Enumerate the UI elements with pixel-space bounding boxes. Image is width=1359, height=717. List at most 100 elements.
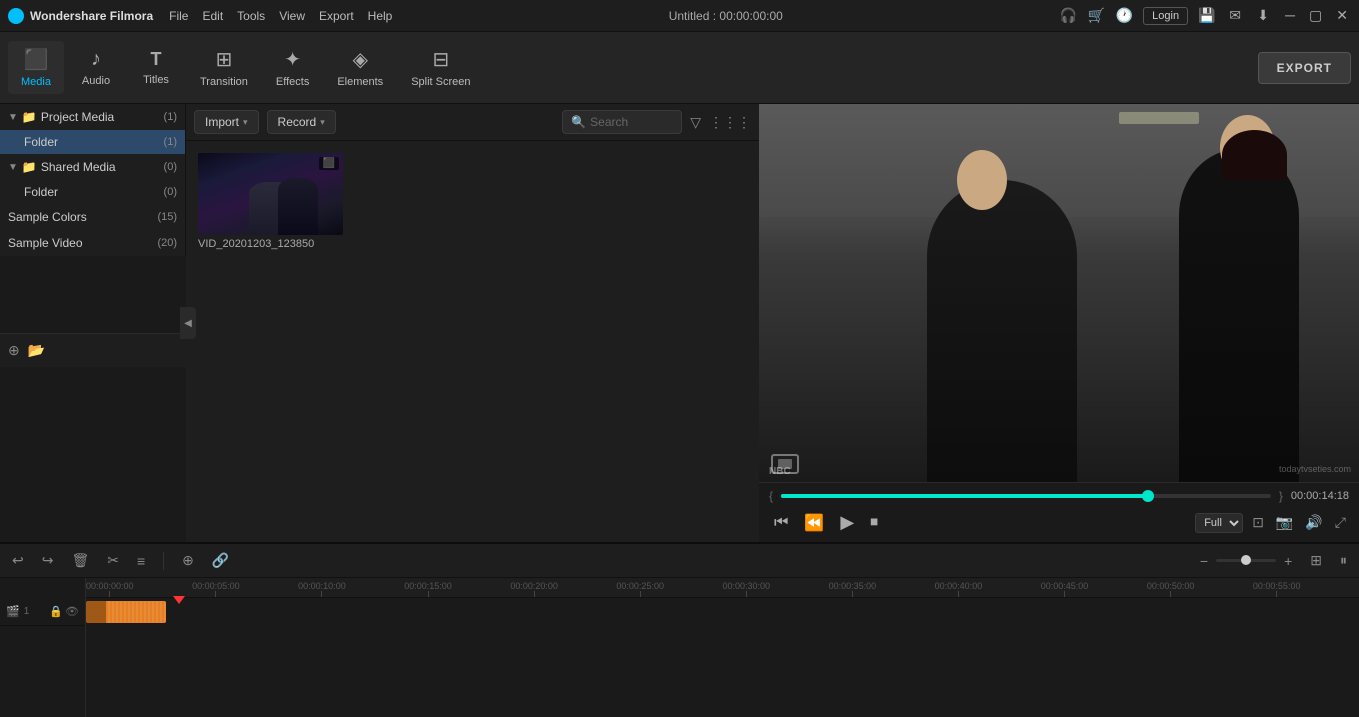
- mute-track-icon[interactable]: 👁: [65, 605, 79, 618]
- import-folder-icon[interactable]: 📂: [28, 342, 45, 359]
- menu-view[interactable]: View: [279, 9, 305, 23]
- zoom-track[interactable]: [1216, 559, 1276, 562]
- record-arrow-icon: ▾: [320, 117, 325, 128]
- shared-folder-count: (0): [164, 186, 177, 198]
- folder-icon: 📁: [22, 160, 37, 174]
- grid-view-icon[interactable]: ⋮⋮⋮: [709, 114, 751, 131]
- volume-icon[interactable]: 🔊: [1302, 511, 1325, 534]
- ruler-mark: 00:00:35:00: [829, 581, 877, 597]
- toolbar-splitscreen[interactable]: ⊟ Split Screen: [399, 41, 482, 94]
- video-track-icon: 🎬: [6, 605, 20, 618]
- ruler-label: 00:00:20:00: [510, 581, 558, 591]
- redo-icon[interactable]: ↪: [38, 550, 58, 571]
- mail-icon[interactable]: ✉: [1226, 7, 1244, 25]
- media-item[interactable]: ⬛ VID_20201203_123850: [198, 153, 343, 250]
- content-panel: Import ▾ Record ▾ 🔍 ▽ ⋮⋮⋮: [186, 104, 759, 542]
- menu-help[interactable]: Help: [368, 9, 393, 23]
- track-headers: 🎬 1 🔒 👁: [0, 578, 86, 717]
- pause-record-icon[interactable]: ⏸: [1336, 550, 1351, 571]
- clip-thumbnail: [86, 601, 106, 623]
- ruler-mark: 00:00:05:00: [192, 581, 240, 597]
- sidebar-sample-colors[interactable]: Sample Colors (15): [0, 204, 185, 230]
- site-watermark: todaytvseties.com: [1279, 464, 1351, 474]
- window-controls: ─ ▢ ✕: [1282, 7, 1351, 24]
- toolbar-media[interactable]: ⬛ Media: [8, 41, 64, 94]
- ruler-label: 00:00:00:00: [86, 581, 134, 591]
- playback-controls: ⏮ ⏪ ▶ ⏹ Full 1/2 1/4 ⊡ 📷 🔊 ⤢: [769, 509, 1349, 536]
- login-button[interactable]: Login: [1143, 7, 1188, 25]
- sidebar-collapse-button[interactable]: ◀: [180, 307, 196, 339]
- sidebar-shared-media[interactable]: ▼ 📁 Shared Media (0): [0, 154, 185, 180]
- save-icon[interactable]: 💾: [1198, 7, 1216, 25]
- toolbar-audio[interactable]: ♪ Audio: [68, 42, 124, 93]
- preview-size-icon[interactable]: ⊡: [1249, 511, 1267, 534]
- maximize-button[interactable]: ▢: [1306, 7, 1325, 24]
- sidebar-project-folder[interactable]: Folder (1): [0, 130, 185, 154]
- record-label: Record: [278, 115, 317, 129]
- download-icon[interactable]: ⬇: [1254, 7, 1272, 25]
- cut-icon[interactable]: ✂: [103, 550, 123, 571]
- timeline-clip[interactable]: [86, 601, 166, 623]
- titles-label: Titles: [143, 74, 169, 86]
- fit-icon[interactable]: ⊞: [1306, 550, 1326, 571]
- cart-icon[interactable]: 🛒: [1087, 7, 1105, 25]
- splitscreen-label: Split Screen: [411, 76, 470, 88]
- toolbar-elements[interactable]: ◈ Elements: [325, 41, 395, 94]
- zoom-out-icon[interactable]: −: [1196, 551, 1212, 571]
- sidebar-sample-video[interactable]: Sample Video (20): [0, 230, 185, 256]
- elements-icon: ◈: [353, 47, 368, 72]
- frame-back-button[interactable]: ⏪: [799, 510, 829, 536]
- toolbar-titles[interactable]: T Titles: [128, 43, 184, 92]
- ruler-tick: [428, 591, 429, 597]
- sidebar-project-media[interactable]: ▼ 📁 Project Media (1): [0, 104, 185, 130]
- zoom-thumb[interactable]: [1241, 555, 1251, 565]
- search-box[interactable]: 🔍: [562, 110, 682, 134]
- menu-export[interactable]: Export: [319, 9, 354, 23]
- close-button[interactable]: ✕: [1333, 7, 1351, 24]
- progress-bar-track[interactable]: [781, 494, 1271, 498]
- link-icon[interactable]: 🔗: [208, 550, 233, 571]
- sample-colors-label: Sample Colors: [8, 210, 87, 224]
- audio-icon: ♪: [91, 48, 101, 71]
- add-media-icon[interactable]: ⊕: [178, 550, 198, 571]
- filter-icon[interactable]: ▽: [690, 114, 701, 131]
- sidebar-shared-folder[interactable]: Folder (0): [0, 180, 185, 204]
- toolbar-effects[interactable]: ✦ Effects: [264, 41, 321, 94]
- delete-icon[interactable]: 🗑: [67, 550, 93, 571]
- stop-button[interactable]: ⏹: [865, 511, 883, 535]
- end-bracket: }: [1279, 489, 1283, 503]
- settings-icon[interactable]: ≡: [133, 551, 149, 571]
- zoom-in-icon[interactable]: +: [1280, 551, 1296, 571]
- ruler-tick: [1276, 591, 1277, 597]
- separator: [163, 552, 164, 570]
- record-dropdown[interactable]: Record ▾: [267, 110, 336, 134]
- menu-tools[interactable]: Tools: [237, 9, 265, 23]
- menu-edit[interactable]: Edit: [202, 9, 223, 23]
- export-button[interactable]: EXPORT: [1258, 52, 1351, 84]
- ruler-tick: [109, 591, 110, 597]
- fullscreen-icon[interactable]: ⤢: [1332, 511, 1349, 534]
- step-back-button[interactable]: ⏮: [769, 511, 793, 535]
- toolbar-transition[interactable]: ⊞ Transition: [188, 41, 260, 94]
- headset-icon[interactable]: 🎧: [1059, 7, 1077, 25]
- app-name: Wondershare Filmora: [30, 9, 153, 23]
- ruler-label: 00:00:05:00: [192, 581, 240, 591]
- ruler-mark: 00:00:25:00: [616, 581, 664, 597]
- expand-arrow-icon: ▼: [8, 162, 18, 173]
- content-toolbar: Import ▾ Record ▾ 🔍 ▽ ⋮⋮⋮: [186, 104, 759, 141]
- minimize-button[interactable]: ─: [1282, 7, 1298, 24]
- clock-icon[interactable]: 🕐: [1115, 7, 1133, 25]
- undo-icon[interactable]: ↩: [8, 550, 28, 571]
- progress-thumb[interactable]: [1142, 490, 1154, 502]
- add-folder-icon[interactable]: ⊕: [8, 342, 20, 359]
- quality-select[interactable]: Full 1/2 1/4: [1195, 513, 1243, 533]
- menu-file[interactable]: File: [169, 9, 188, 23]
- screenshot-icon[interactable]: 📷: [1273, 511, 1296, 534]
- effects-label: Effects: [276, 76, 309, 88]
- track-header-1: 🎬 1 🔒 👁: [0, 598, 85, 626]
- import-dropdown[interactable]: Import ▾: [194, 110, 259, 134]
- play-button[interactable]: ▶: [835, 509, 859, 536]
- search-input[interactable]: [590, 115, 670, 129]
- lock-track-icon[interactable]: 🔒: [49, 605, 63, 618]
- import-arrow-icon: ▾: [243, 117, 248, 128]
